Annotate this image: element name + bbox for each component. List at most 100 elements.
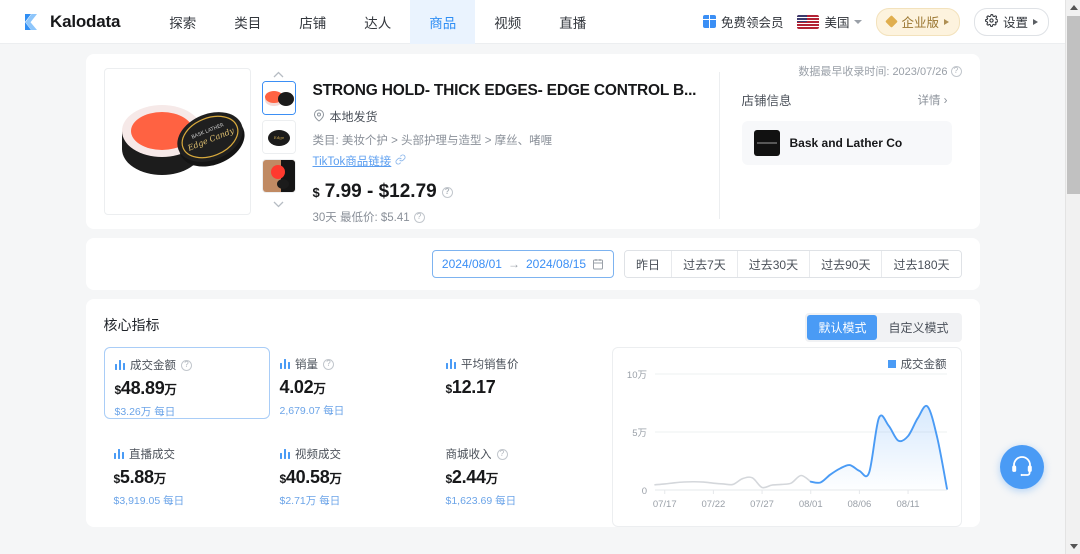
date-preset-180d[interactable]: 过去180天 [882, 251, 961, 277]
shop-info-title: 店铺信息 [741, 94, 792, 108]
free-membership-label: 免费领会员 [720, 16, 784, 30]
nav-item-shop[interactable]: 店铺 [280, 0, 345, 44]
price-currency: $ [312, 184, 320, 200]
shop-info-panel: 店铺信息 详情 › Bask and Lather Co [720, 68, 952, 229]
gmv-trend-chart: 成交金额 0 5万 10万 07/17 07/22 07/27 08/01 08/06 08/1… [611, 347, 962, 527]
country-selector[interactable]: 美国 [797, 12, 863, 31]
mode-custom[interactable]: 自定义模式 [877, 315, 959, 340]
gallery-scroll-down-button[interactable] [273, 198, 284, 211]
date-preset-7d[interactable]: 过去7天 [672, 251, 738, 277]
app-root: Kalodata 探索 类目 店铺 达人 商品 视频 直播 免费领会员 美国 企… [0, 0, 1080, 554]
svg-text:5万: 5万 [632, 428, 647, 439]
metric-label-row: 视频成交 [279, 446, 426, 462]
nav-item-video[interactable]: 视频 [475, 0, 540, 44]
product-thumbnail[interactable]: Edge [261, 120, 296, 154]
date-preset-yesterday[interactable]: 昨日 [625, 251, 673, 277]
enterprise-button[interactable]: 企业版 [876, 7, 960, 36]
svg-text:08/06: 08/06 [847, 499, 871, 510]
link-icon [395, 154, 406, 168]
date-preset-90d[interactable]: 过去90天 [810, 251, 883, 277]
metric-video-gmv[interactable]: 视频成交 $40.58万 $2.71万 每日 [270, 437, 436, 509]
svg-text:08/01: 08/01 [798, 499, 822, 510]
help-icon[interactable]: ? [413, 211, 425, 223]
mode-default[interactable]: 默认模式 [807, 315, 878, 340]
metric-value: 48.89 [120, 378, 165, 398]
chevron-right-icon [943, 18, 949, 25]
price-value: 7.99 - $12.79 [324, 181, 437, 202]
product-gallery: BASK LATHER Edge Candy Edge [103, 68, 299, 229]
brand-logo[interactable]: Kalodata [22, 11, 120, 33]
metric-label-row: 平均销售价 [445, 356, 592, 372]
shop-row[interactable]: Bask and Lather Co [741, 121, 952, 165]
metrics-mode-toggle: 默认模式 自定义模式 [805, 313, 962, 342]
help-icon[interactable]: ? [181, 359, 192, 371]
chevron-down-icon [854, 19, 863, 24]
gift-icon [702, 15, 716, 28]
metric-subtext: $1,623.69 每日 [445, 495, 517, 507]
product-thumbnail[interactable] [261, 159, 296, 193]
help-icon[interactable]: ? [950, 65, 962, 77]
nav-item-product[interactable]: 商品 [410, 0, 476, 44]
date-preset-30d[interactable]: 过去30天 [737, 251, 811, 277]
nav-item-live[interactable]: 直播 [540, 0, 605, 44]
date-range-picker[interactable]: 2024/08/01 → 2024/08/15 [431, 250, 615, 278]
nav-item-creator[interactable]: 达人 [345, 0, 410, 44]
settings-button[interactable]: 设置 [973, 7, 1049, 36]
metrics-body: 成交金额 ? $48.89万 $3.26万 每日 销量 ? 4.02万 2,67… [103, 347, 962, 527]
svg-text:07/22: 07/22 [701, 499, 725, 510]
nav-item-explore[interactable]: 探索 [150, 0, 215, 44]
metric-unit: 万 [153, 472, 167, 486]
customer-support-button[interactable] [1000, 445, 1044, 489]
metric-unit: 万 [485, 472, 499, 486]
metric-label-row: 销量 ? [279, 356, 426, 372]
scroll-up-arrow[interactable] [1066, 0, 1080, 15]
metric-subtext: $3.26万 每日 [114, 406, 176, 418]
metric-avg-price[interactable]: 平均销售价 $12.17 [436, 347, 602, 419]
shop-details-link[interactable]: 详情 › [917, 92, 947, 108]
settings-label: 设置 [1002, 16, 1028, 30]
scroll-down-arrow[interactable] [1066, 539, 1080, 554]
product-lowest-price: 30天 最低价: $5.41 ? [313, 209, 719, 225]
metric-label-row: 直播成交 [113, 446, 260, 462]
date-preset-group: 昨日 过去7天 过去30天 过去90天 过去180天 [624, 250, 962, 278]
bar-chart-icon [114, 360, 125, 370]
bar-chart-icon [445, 359, 456, 369]
metric-label: 成交金额 [130, 360, 176, 372]
help-icon[interactable]: ? [323, 358, 334, 370]
date-range-end: 2024/08/15 [525, 257, 587, 271]
product-overview-card: 数据最早收录时间: 2023/07/26 ? BASK LATHER Edge … [85, 54, 980, 229]
metric-unit: 万 [164, 383, 177, 397]
chart-canvas: 0 5万 10万 07/17 07/22 07/27 08/01 08/06 08/11 [626, 370, 948, 510]
shop-name: Bask and Lather Co [789, 136, 903, 150]
tiktok-product-link[interactable]: TikTok商品链接 [313, 153, 719, 169]
product-thumbnail-list: Edge [259, 68, 299, 229]
window-scrollbar[interactable] [1065, 0, 1080, 554]
location-pin-icon [313, 109, 325, 125]
gallery-scroll-up-button[interactable] [273, 68, 284, 81]
svg-text:0: 0 [641, 486, 646, 497]
page-content: 数据最早收录时间: 2023/07/26 ? BASK LATHER Edge … [0, 44, 1065, 554]
nav-item-category[interactable]: 类目 [215, 0, 280, 44]
scrollbar-thumb[interactable] [1067, 16, 1080, 194]
metric-gmv[interactable]: 成交金额 ? $48.89万 $3.26万 每日 [103, 347, 270, 419]
metric-sales-volume[interactable]: 销量 ? 4.02万 2,679.07 每日 [270, 347, 436, 419]
date-filter-card: 2024/08/01 → 2024/08/15 昨日 过去7天 过去30天 过去… [85, 238, 980, 290]
metric-live-gmv[interactable]: 直播成交 $5.88万 $3,919.05 每日 [104, 437, 270, 509]
chevron-right-icon [1033, 18, 1038, 25]
metric-value-row: $5.88万 [114, 467, 260, 488]
product-thumbnail[interactable] [261, 81, 296, 115]
help-icon[interactable]: ? [496, 448, 508, 460]
svg-text:07/17: 07/17 [652, 499, 676, 510]
country-label: 美国 [824, 16, 850, 30]
product-title: STRONG HOLD- THICK EDGES- EDGE CONTROL B… [312, 82, 697, 99]
tiktok-link-label: TikTok商品链接 [312, 156, 392, 168]
metric-value: 2.44 [451, 467, 486, 487]
metric-value-row: $2.44万 [446, 467, 592, 488]
enterprise-label: 企业版 [901, 16, 939, 30]
metric-mall-revenue[interactable]: 商城收入 ? $2.44万 $1,623.69 每日 [436, 437, 602, 509]
metric-value-row: $40.58万 [280, 467, 426, 488]
free-membership-button[interactable]: 免费领会员 [702, 12, 784, 31]
top-nav-right-actions: 免费领会员 美国 企业版 设置 [702, 7, 1049, 36]
help-icon[interactable]: ? [441, 186, 453, 198]
metric-value: 12.17 [451, 377, 496, 397]
